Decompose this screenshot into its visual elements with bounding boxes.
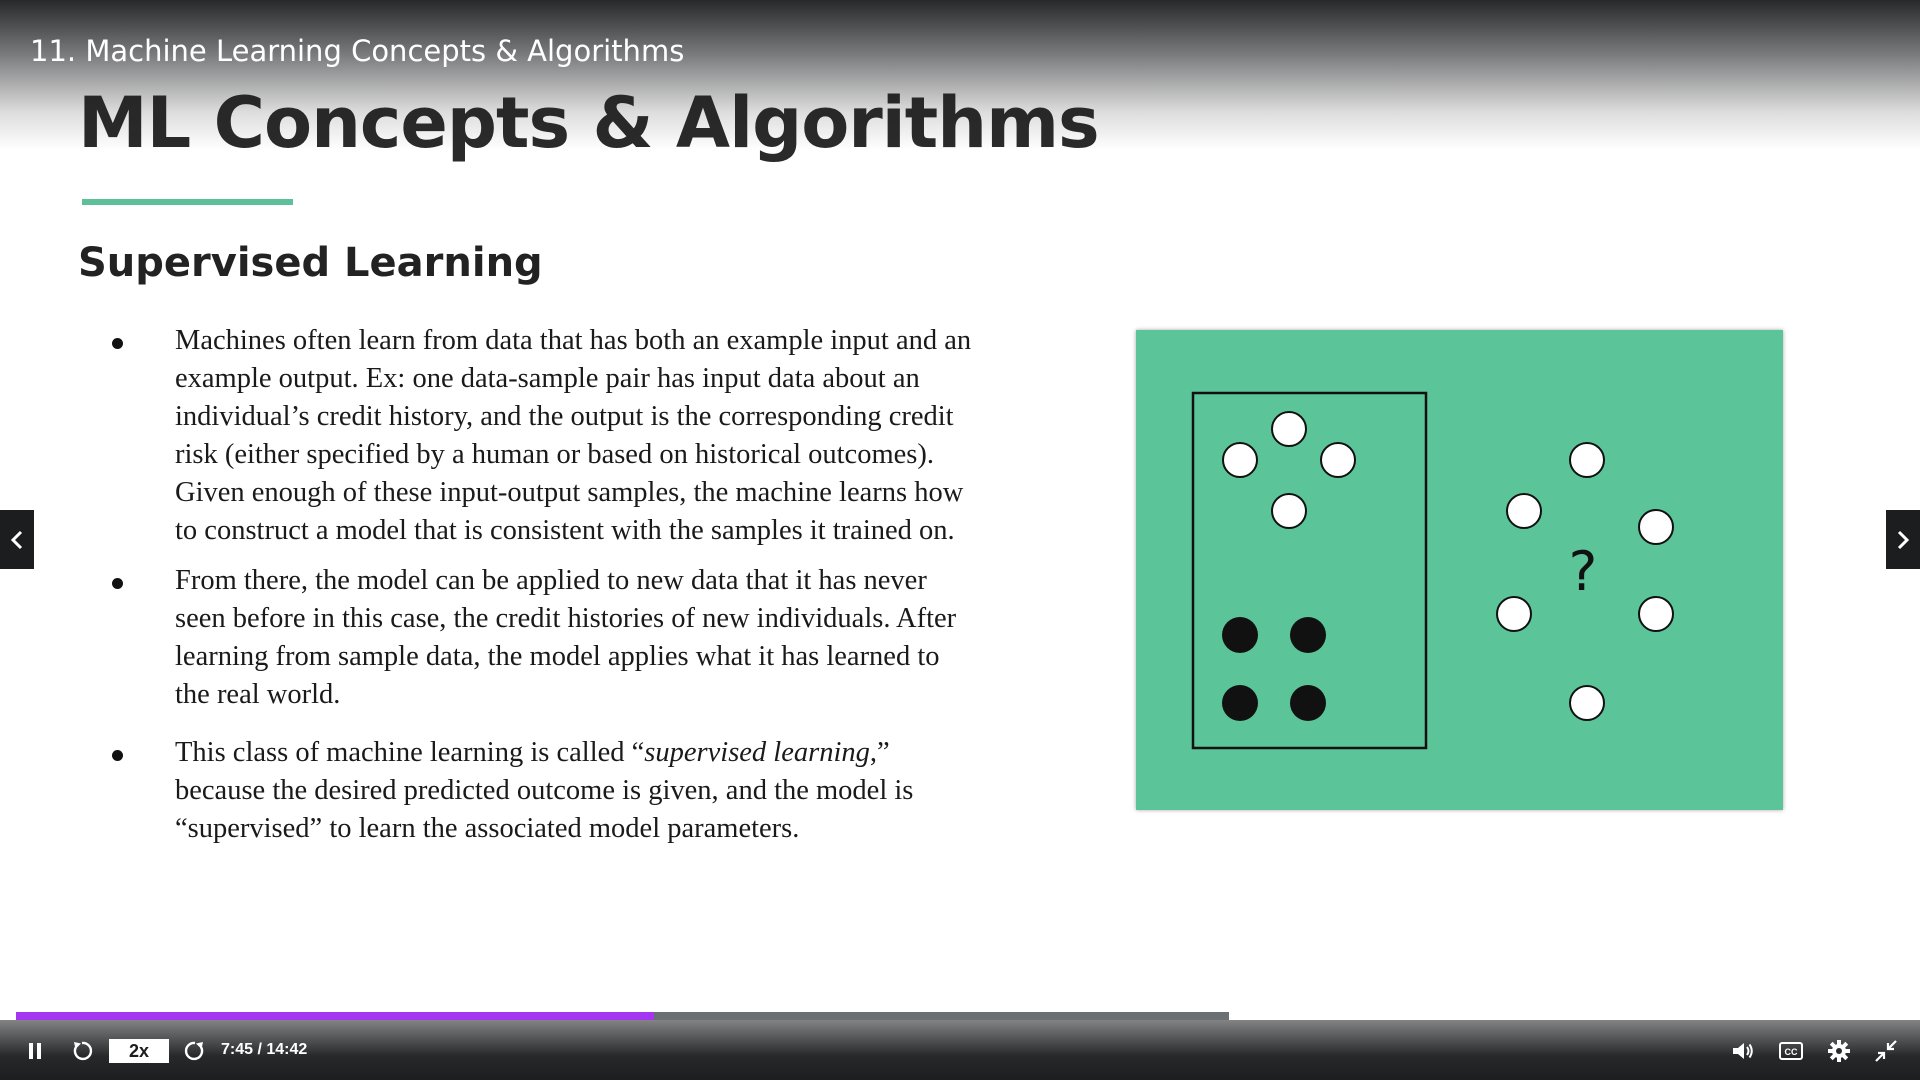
volume-button[interactable]	[1730, 1038, 1756, 1064]
labeled-black-circle	[1222, 685, 1258, 721]
forward-icon	[184, 1041, 204, 1061]
bullet-list: Machines often learn from data that has …	[100, 322, 980, 848]
labeled-white-circle	[1222, 442, 1258, 478]
header-gradient	[0, 0, 1920, 150]
progress-bar-fill	[16, 1012, 654, 1020]
bullet-dot	[112, 750, 123, 761]
bullet-text: Machines often learn from data that has …	[175, 325, 972, 546]
lecture-slide: ML Concepts & Algorithms Supervised Lear…	[0, 0, 1920, 1020]
bullet-text: This class of machine learning is called…	[175, 737, 913, 844]
unlabeled-circle	[1496, 596, 1532, 632]
playback-rate-button[interactable]: 2x	[109, 1039, 169, 1063]
settings-button[interactable]	[1826, 1038, 1852, 1064]
pause-button[interactable]	[22, 1038, 48, 1064]
captions-icon: CC	[1779, 1042, 1803, 1060]
bullet-item: Machines often learn from data that has …	[100, 322, 980, 550]
progress-bar[interactable]	[16, 1012, 1229, 1020]
unlabeled-circle	[1638, 509, 1674, 545]
labeled-black-circle	[1290, 685, 1326, 721]
lecture-title: 11. Machine Learning Concepts & Algorith…	[30, 34, 685, 68]
chevron-left-icon	[10, 530, 23, 549]
captions-button[interactable]: CC	[1778, 1038, 1804, 1064]
previous-lecture-button[interactable]	[0, 510, 34, 569]
chevron-right-icon	[1897, 530, 1910, 549]
labeled-black-circle	[1290, 617, 1326, 653]
unlabeled-circle	[1569, 685, 1605, 721]
bullet-item: This class of machine learning is called…	[100, 734, 980, 848]
unlabeled-circle	[1569, 442, 1605, 478]
forward-button[interactable]	[182, 1038, 208, 1064]
bullet-item: From there, the model can be applied to …	[100, 562, 980, 714]
rewind-button[interactable]	[69, 1038, 95, 1064]
time-display: 7:45 / 14:42	[221, 1041, 308, 1058]
bullet-dot	[112, 578, 123, 589]
labeled-black-circle	[1222, 617, 1258, 653]
rewind-icon	[73, 1041, 93, 1061]
title-underline	[82, 199, 293, 205]
unlabeled-circle	[1638, 596, 1674, 632]
exit-fullscreen-icon	[1875, 1040, 1897, 1062]
player-control-bar: 2x 7:45 / 14:42 CC	[0, 1020, 1920, 1080]
bullet-text-prefix: This class of machine learning is called…	[175, 737, 645, 768]
question-mark: ?	[1569, 540, 1598, 603]
section-heading: Supervised Learning	[78, 240, 543, 286]
video-player[interactable]: ML Concepts & Algorithms Supervised Lear…	[0, 0, 1920, 1080]
diagram-svg: ?	[1191, 391, 1674, 750]
supervised-learning-diagram: ?	[1136, 330, 1783, 810]
next-lecture-button[interactable]	[1886, 510, 1920, 569]
labeled-white-circle	[1271, 493, 1307, 529]
bullet-text: From there, the model can be applied to …	[175, 565, 957, 710]
labeled-white-circle	[1271, 411, 1307, 447]
bullet-text-emphasis: supervised learning	[644, 737, 870, 768]
unlabeled-circle	[1506, 493, 1542, 529]
volume-icon	[1733, 1043, 1753, 1059]
gear-icon	[1828, 1040, 1850, 1062]
labeled-white-circle	[1320, 442, 1356, 478]
exit-fullscreen-button[interactable]	[1873, 1038, 1899, 1064]
pause-icon	[29, 1043, 41, 1059]
svg-text:CC: CC	[1785, 1047, 1798, 1057]
bullet-dot	[112, 338, 123, 349]
